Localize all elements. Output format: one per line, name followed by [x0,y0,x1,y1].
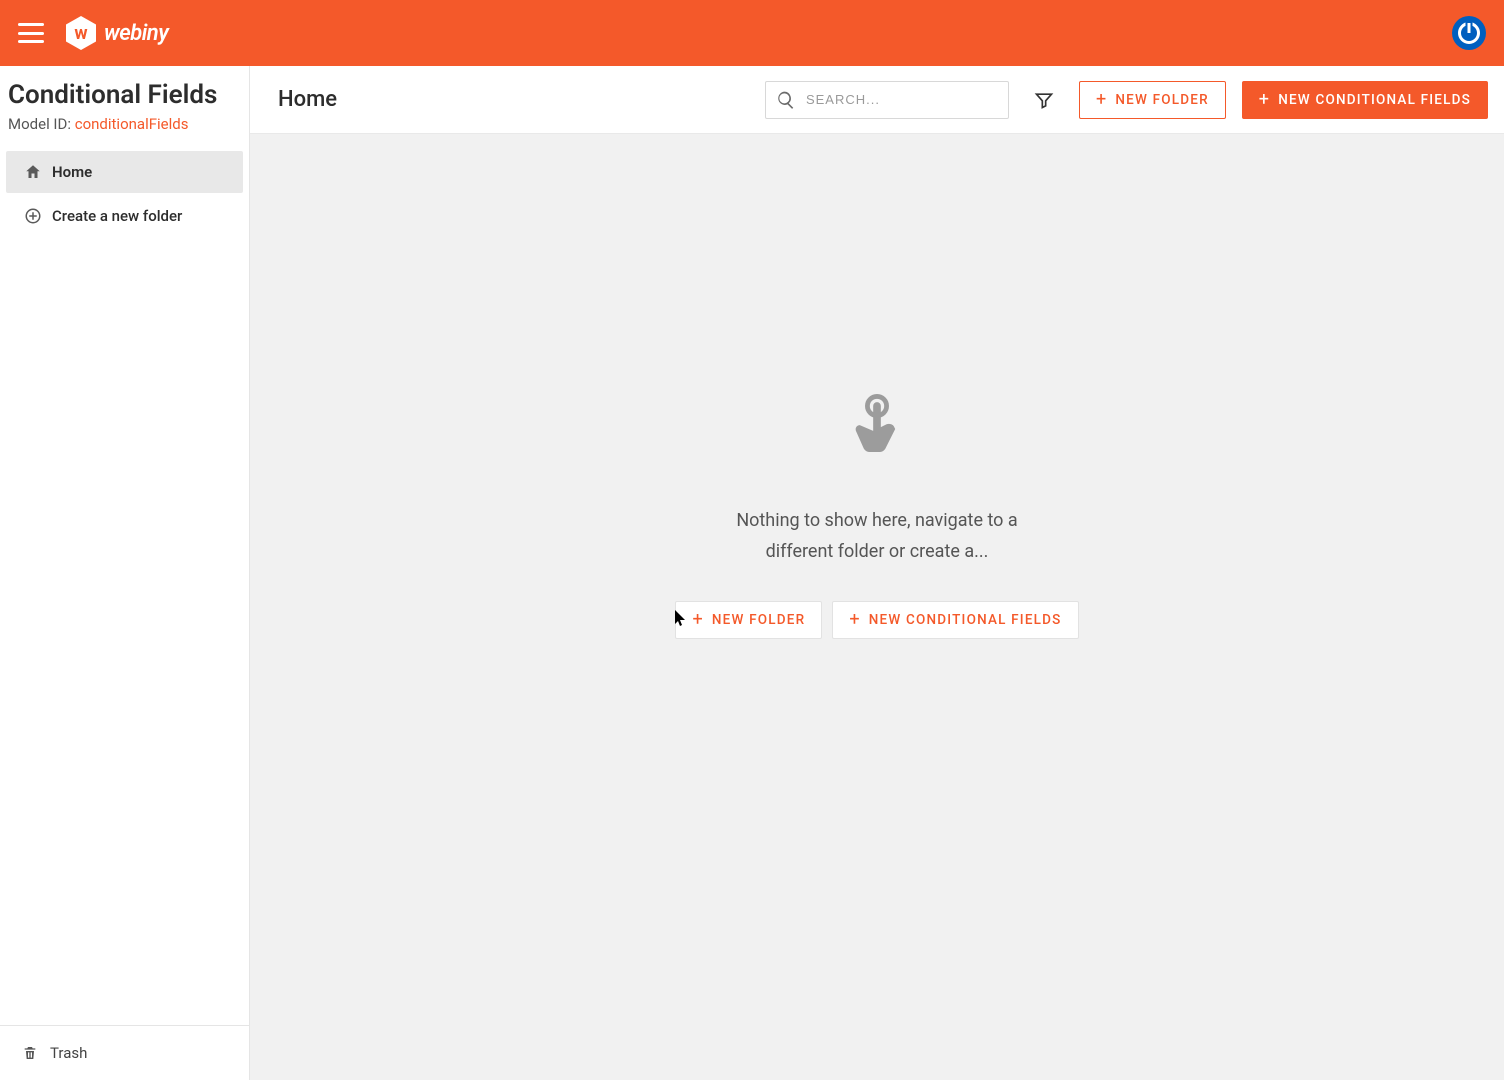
plus-icon: + [1096,91,1107,109]
app-layout: Conditional Fields Model ID: conditional… [0,66,1504,1080]
search-input-wrapper[interactable] [765,81,1009,119]
sidebar-item-home[interactable]: Home [6,151,243,193]
menu-icon[interactable] [18,23,44,43]
header-left: w webiny [18,16,168,50]
logo-letter: w [74,23,87,44]
content-area: Nothing to show here, navigate to a diff… [250,134,1504,1080]
brand-name: webiny [104,21,168,46]
sidebar-item-label: Home [52,163,92,181]
plus-icon: + [849,611,860,629]
brand-logo[interactable]: w webiny [66,16,168,50]
trash-label: Trash [50,1044,87,1062]
plus-icon: + [692,611,703,629]
new-folder-button[interactable]: + NEW FOLDER [1079,81,1226,119]
model-id-label: Model ID: [8,115,75,133]
breadcrumb: Home [278,87,337,112]
sidebar-item-create-folder[interactable]: Create a new folder [6,195,243,237]
model-id-row: Model ID: conditionalFields [8,115,241,133]
empty-actions: + NEW FOLDER + NEW CONDITIONAL FIELDS [675,601,1078,639]
button-label: NEW CONDITIONAL FIELDS [869,612,1062,628]
sidebar-nav: Home Create a new folder [0,145,249,239]
plus-icon: + [1259,91,1270,109]
toolbar: Home + NEW FOLDER + NEW CONDITIONAL FIEL… [250,66,1504,134]
sidebar-item-label: Create a new folder [52,207,182,225]
page-title: Conditional Fields [8,80,241,111]
empty-message: Nothing to show here, navigate to a diff… [727,506,1027,567]
sidebar: Conditional Fields Model ID: conditional… [0,66,250,1080]
user-menu-button[interactable] [1452,16,1486,50]
main-area: Home + NEW FOLDER + NEW CONDITIONAL FIEL… [250,66,1504,1080]
button-label: NEW FOLDER [712,612,805,628]
logo-badge-icon: w [66,16,96,50]
model-id-value[interactable]: conditionalFields [75,115,189,133]
trash-icon [22,1044,38,1062]
touch-icon [854,394,900,464]
app-header: w webiny [0,0,1504,66]
empty-state: Nothing to show here, navigate to a diff… [675,394,1078,639]
empty-new-folder-button[interactable]: + NEW FOLDER [675,601,822,639]
search-icon [776,90,796,110]
home-icon [24,163,42,181]
filter-button[interactable] [1025,81,1063,119]
button-label: NEW FOLDER [1115,92,1208,108]
empty-new-entry-button[interactable]: + NEW CONDITIONAL FIELDS [832,601,1078,639]
plus-circle-icon [24,207,42,225]
power-icon [1458,22,1480,44]
search-input[interactable] [796,92,998,107]
new-entry-button[interactable]: + NEW CONDITIONAL FIELDS [1242,81,1488,119]
sidebar-header: Conditional Fields Model ID: conditional… [0,66,249,145]
sidebar-item-trash[interactable]: Trash [0,1025,249,1080]
button-label: NEW CONDITIONAL FIELDS [1278,92,1471,108]
filter-icon [1034,90,1054,110]
